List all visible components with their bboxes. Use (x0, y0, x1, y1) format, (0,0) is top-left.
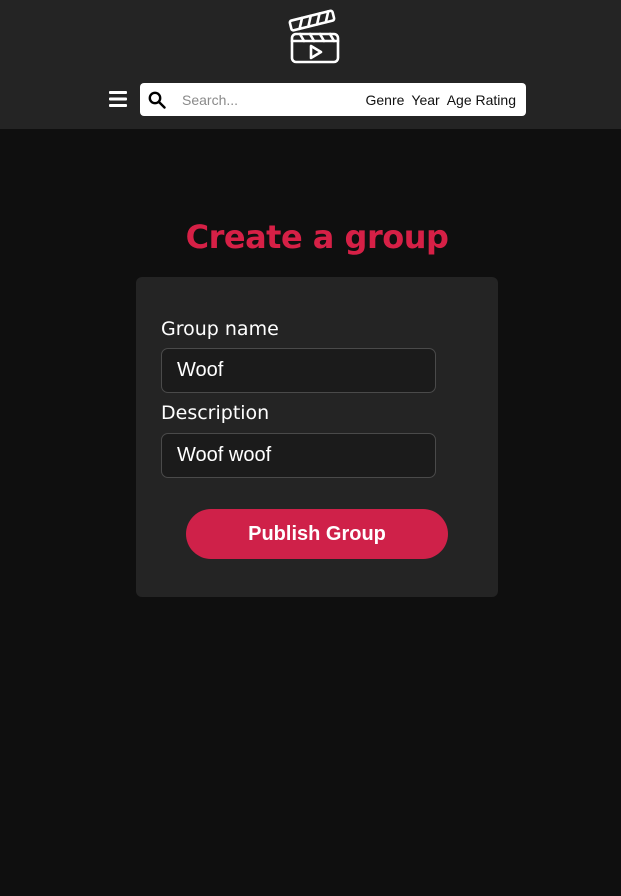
description-input[interactable] (161, 433, 436, 478)
search-icon[interactable] (148, 91, 166, 109)
age-rating-filter[interactable]: Age Rating (447, 92, 516, 108)
app-header: Genre Year Age Rating (0, 0, 621, 129)
genre-filter[interactable]: Genre (366, 92, 405, 108)
description-label: Description (161, 402, 270, 424)
create-group-form: Group name Description Publish Group (136, 277, 498, 597)
hamburger-menu-button[interactable] (107, 87, 129, 111)
search-input[interactable] (180, 87, 350, 112)
year-filter[interactable]: Year (411, 92, 439, 108)
group-name-label: Group name (161, 318, 279, 340)
clapperboard-icon[interactable] (287, 7, 341, 65)
hamburger-menu-icon (109, 91, 127, 107)
publish-group-button[interactable]: Publish Group (186, 509, 448, 559)
group-name-input[interactable] (161, 348, 436, 393)
search-bar: Genre Year Age Rating (140, 83, 526, 116)
filter-links: Genre Year Age Rating (366, 92, 517, 108)
page-title: Create a group (185, 218, 449, 256)
